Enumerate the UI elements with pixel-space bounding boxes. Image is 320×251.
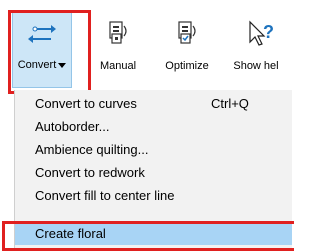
menu-item-convert-fill-to-center-line[interactable]: Convert fill to center line	[15, 185, 292, 207]
menu-item-convert-to-redwork[interactable]: Convert to redwork	[15, 162, 292, 184]
manual-button[interactable]: Manual	[88, 14, 148, 86]
menu-item-shortcut: Ctrl+Q	[211, 96, 249, 111]
menu-item-label: Autoborder...	[35, 119, 110, 134]
optimize-icon	[157, 18, 217, 54]
ribbon-toolbar: Convert Manual Optimize ? Show hel	[0, 0, 292, 94]
manual-button-label: Manual	[99, 60, 137, 72]
convert-arrows-icon	[13, 17, 71, 53]
menu-item-label: Convert to curves	[35, 96, 137, 111]
menu-item-convert-to-curves[interactable]: Convert to curves Ctrl+Q	[15, 93, 292, 115]
optimize-button[interactable]: Optimize	[157, 14, 217, 86]
convert-button[interactable]: Convert	[12, 12, 72, 88]
show-help-button[interactable]: ? Show hel	[226, 14, 286, 86]
convert-button-label: Convert	[17, 59, 57, 71]
chevron-down-icon[interactable]	[58, 62, 67, 68]
menu-item-label: Create floral	[35, 226, 106, 241]
show-help-cursor-icon: ?	[226, 18, 286, 54]
menu-item-label: Convert fill to center line	[35, 188, 175, 203]
manual-digitize-icon	[88, 18, 148, 54]
show-help-button-label: Show hel	[233, 60, 279, 72]
menu-item-create-floral[interactable]: Create floral	[15, 223, 292, 245]
convert-dropdown-menu: Convert to curves Ctrl+Q Autoborder... A…	[14, 90, 292, 249]
menu-item-autoborder[interactable]: Autoborder...	[15, 116, 292, 138]
svg-text:?: ?	[263, 22, 274, 42]
menu-item-label: Ambience quilting...	[35, 142, 149, 157]
menu-item-label: Convert to redwork	[35, 165, 145, 180]
menu-item-ambience-quilting[interactable]: Ambience quilting...	[15, 139, 292, 161]
optimize-button-label: Optimize	[165, 60, 209, 72]
